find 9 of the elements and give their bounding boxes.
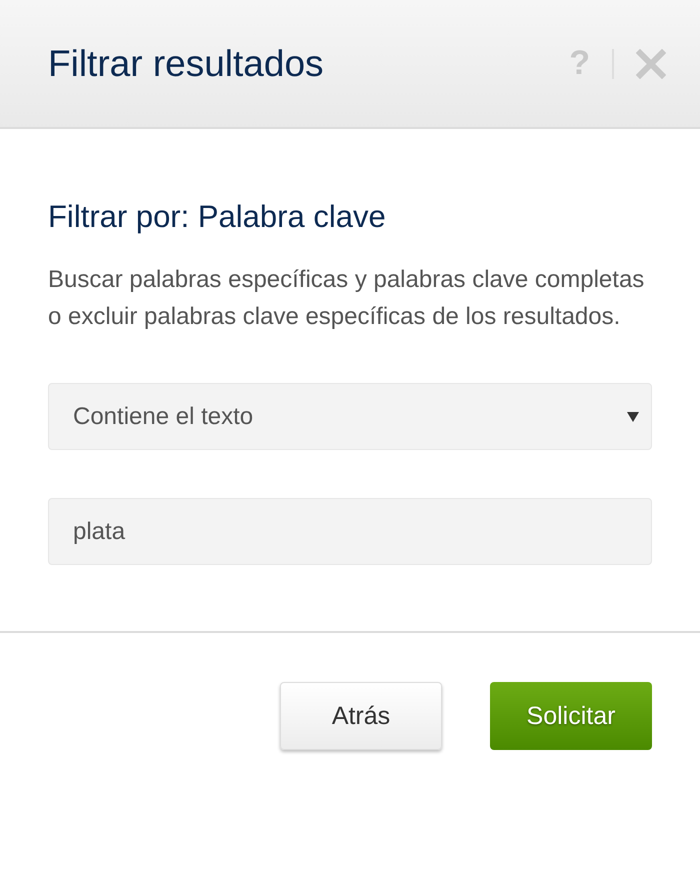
apply-button[interactable]: Solicitar [490, 682, 652, 750]
section-heading: Filtrar por: Palabra clave [48, 199, 387, 235]
keyword-field[interactable]: plata [48, 498, 652, 565]
caret-icon [627, 412, 639, 422]
match-dropdown[interactable]: Contiene el texto [48, 383, 652, 450]
back-button[interactable]: Atrás [280, 682, 442, 750]
dialog-title: Filtrar resultados [48, 42, 324, 84]
description-text: Buscar palabras específicas y palabras clave completas o excluir palabras clave específicas de los resultados. [48, 265, 646, 332]
close-icon[interactable] [636, 48, 666, 78]
